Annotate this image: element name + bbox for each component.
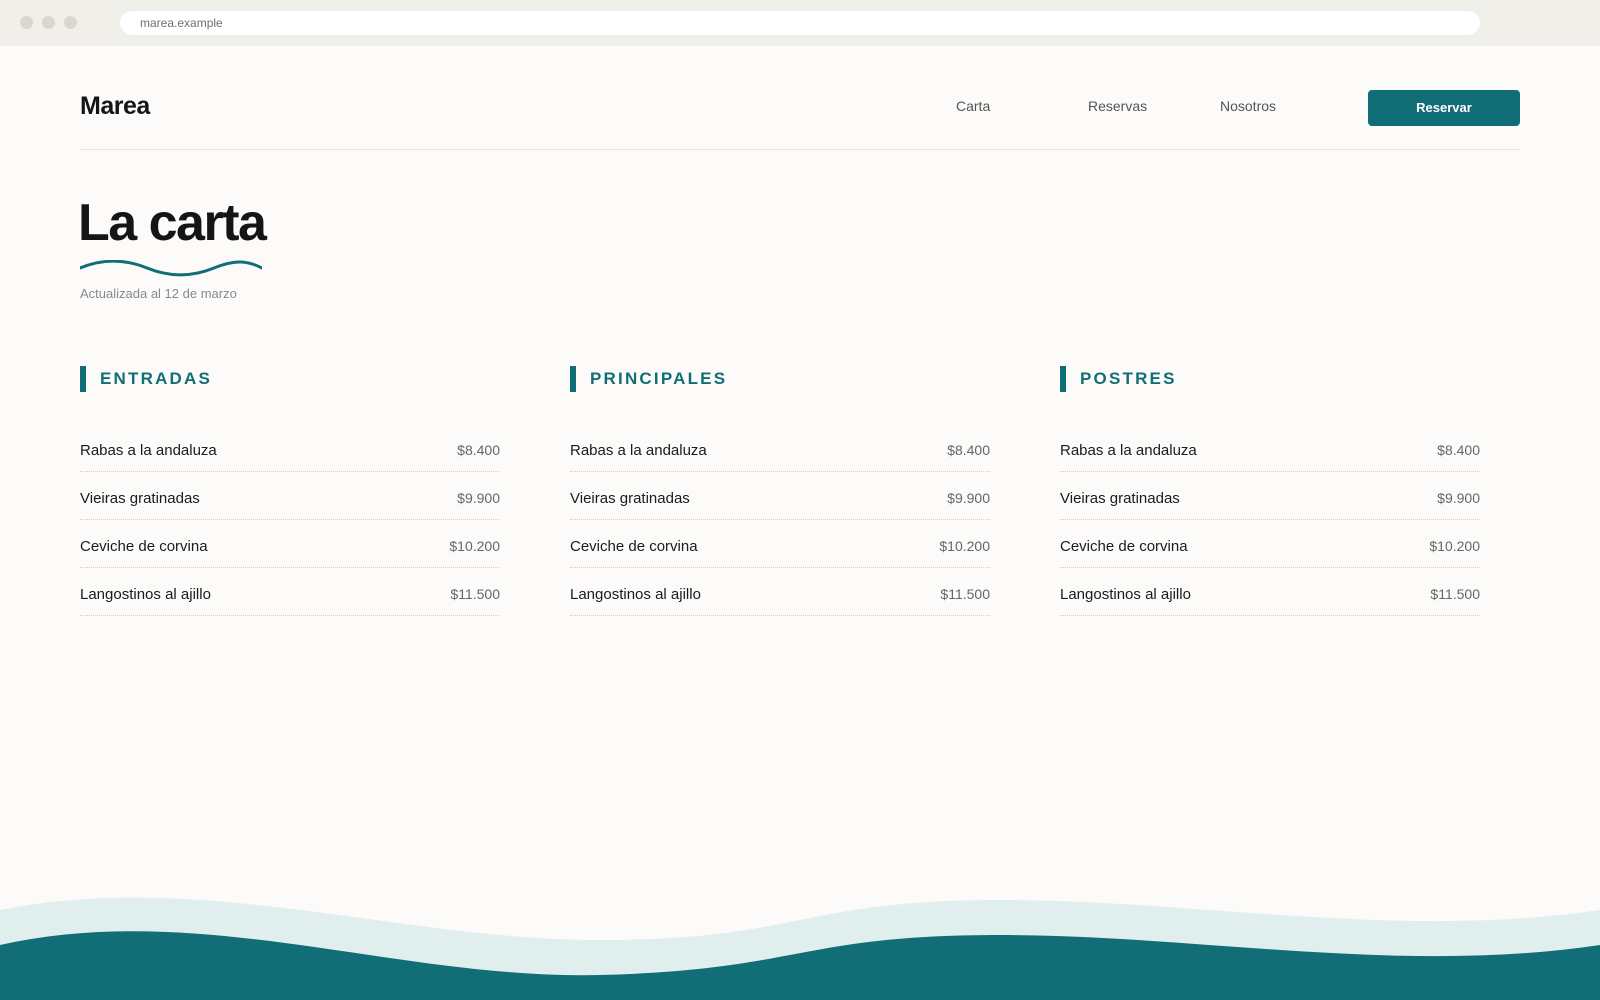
dish-name: Ceviche de corvina <box>80 538 208 555</box>
wave-underline-icon <box>80 260 262 277</box>
dish-name: Langostinos al ajillo <box>570 586 701 603</box>
reserve-button[interactable]: Reservar <box>1368 90 1520 126</box>
dish-price: $9.900 <box>457 490 500 506</box>
section-header: ENTRADAS <box>80 366 500 392</box>
dish-name: Rabas a la andaluza <box>80 442 217 459</box>
menu-item: Vieiras gratinadas $9.900 <box>80 472 500 520</box>
dish-price: $10.200 <box>449 538 500 554</box>
dish-name: Rabas a la andaluza <box>1060 442 1197 459</box>
nav-link-reservas[interactable]: Reservas <box>1088 98 1147 114</box>
menu-item: Langostinos al ajillo $11.500 <box>80 568 500 616</box>
menu-list: Rabas a la andaluza $8.400 Vieiras grati… <box>80 424 500 616</box>
window-minimize-dot[interactable] <box>42 16 55 29</box>
menu-list: Rabas a la andaluza $8.400 Vieiras grati… <box>1060 424 1480 616</box>
menu-item: Vieiras gratinadas $9.900 <box>1060 472 1480 520</box>
dish-name: Ceviche de corvina <box>570 538 698 555</box>
section-accent-bar <box>80 366 86 392</box>
dish-name: Langostinos al ajillo <box>1060 586 1191 603</box>
section-title: POSTRES <box>1080 369 1177 388</box>
dish-price: $9.900 <box>947 490 990 506</box>
dish-price: $9.900 <box>1437 490 1480 506</box>
section-accent-bar <box>1060 366 1066 392</box>
section-title: ENTRADAS <box>100 369 213 388</box>
dish-name: Vieiras gratinadas <box>80 490 200 507</box>
page-title: La carta <box>78 194 267 252</box>
menu-item: Langostinos al ajillo $11.500 <box>570 568 990 616</box>
dish-name: Vieiras gratinadas <box>570 490 690 507</box>
dish-price: $10.200 <box>1429 538 1480 554</box>
dish-price: $8.400 <box>947 442 990 458</box>
nav-link-carta[interactable]: Carta <box>956 98 990 114</box>
menu-item: Ceviche de corvina $10.200 <box>570 520 990 568</box>
browser-chrome: marea.example <box>0 0 1600 46</box>
menu-item: Ceviche de corvina $10.200 <box>1060 520 1480 568</box>
menu-item: Vieiras gratinadas $9.900 <box>570 472 990 520</box>
address-bar[interactable]: marea.example <box>120 11 1480 35</box>
dish-name: Rabas a la andaluza <box>570 442 707 459</box>
dish-price: $11.500 <box>1430 586 1480 602</box>
menu-section-principales: PRINCIPALES Rabas a la andaluza $8.400 V… <box>570 366 990 616</box>
dish-price: $8.400 <box>457 442 500 458</box>
menu-section-entradas: ENTRADAS Rabas a la andaluza $8.400 Viei… <box>80 366 500 616</box>
site-logo[interactable]: Marea <box>80 92 150 121</box>
menu-item: Ceviche de corvina $10.200 <box>80 520 500 568</box>
dish-name: Vieiras gratinadas <box>1060 490 1180 507</box>
menu-item: Rabas a la andaluza $8.400 <box>1060 424 1480 472</box>
last-updated-text: Actualizada al 12 de marzo <box>80 286 237 301</box>
section-header: POSTRES <box>1060 366 1480 392</box>
footer-waves-decoration <box>0 897 1600 1000</box>
window-close-dot[interactable] <box>20 16 33 29</box>
nav-link-nosotros[interactable]: Nosotros <box>1220 98 1276 114</box>
menu-list: Rabas a la andaluza $8.400 Vieiras grati… <box>570 424 990 616</box>
dish-price: $8.400 <box>1437 442 1480 458</box>
section-accent-bar <box>570 366 576 392</box>
section-title: PRINCIPALES <box>590 369 728 388</box>
dish-price: $11.500 <box>940 586 990 602</box>
dish-name: Ceviche de corvina <box>1060 538 1188 555</box>
section-header: PRINCIPALES <box>570 366 990 392</box>
dish-price: $11.500 <box>450 586 500 602</box>
menu-item: Langostinos al ajillo $11.500 <box>1060 568 1480 616</box>
dish-name: Langostinos al ajillo <box>80 586 211 603</box>
dish-price: $10.200 <box>939 538 990 554</box>
menu-item: Rabas a la andaluza $8.400 <box>80 424 500 472</box>
menu-item: Rabas a la andaluza $8.400 <box>570 424 990 472</box>
window-maximize-dot[interactable] <box>64 16 77 29</box>
header-divider <box>80 149 1520 150</box>
menu-section-postres: POSTRES Rabas a la andaluza $8.400 Vieir… <box>1060 366 1480 616</box>
